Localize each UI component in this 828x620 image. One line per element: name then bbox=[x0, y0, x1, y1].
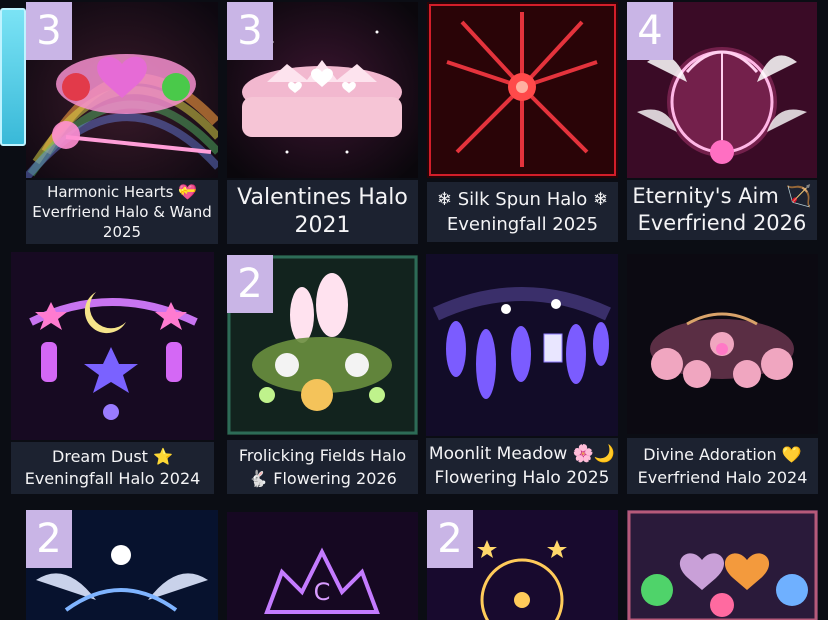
item-subtitle: Flowering Halo 2025 bbox=[434, 468, 610, 488]
quantity-badge: 4 bbox=[627, 2, 673, 60]
quantity-badge: 2 bbox=[26, 510, 72, 568]
item-tile-row3-1[interactable]: 2 bbox=[26, 510, 218, 620]
item-image-moonlit-meadow bbox=[426, 254, 618, 436]
item-caption: Divine Adoration 💛 Everfriend Halo 2024 bbox=[627, 438, 818, 494]
item-subtitle: Eveningfall Halo 2024 bbox=[24, 469, 201, 488]
item-image-row3-4 bbox=[627, 510, 818, 620]
item-tile-valentines-halo[interactable]: 3 Valentines Halo 2021 bbox=[227, 2, 418, 244]
item-caption: Harmonic Hearts 💝 Everfriend Halo & Wand… bbox=[26, 180, 218, 244]
item-year: 2025 bbox=[102, 223, 142, 241]
item-title: Divine Adoration 💛 bbox=[643, 445, 802, 464]
item-subtitle: Everfriend 2026 bbox=[637, 211, 807, 235]
item-tile-row3-2[interactable]: C bbox=[227, 512, 418, 620]
item-caption: Valentines Halo 2021 bbox=[227, 180, 418, 244]
quantity-badge: 3 bbox=[227, 2, 273, 60]
svg-text:C: C bbox=[314, 578, 331, 606]
quantity-badge: 3 bbox=[26, 2, 72, 60]
item-caption: ❄ Silk Spun Halo ❄ Eveningfall 2025 bbox=[427, 182, 618, 242]
item-subtitle: Everfriend Halo 2024 bbox=[637, 468, 808, 487]
item-caption: Moonlit Meadow 🌸🌙 Flowering Halo 2025 bbox=[426, 438, 618, 494]
item-tile-dream-dust[interactable]: Dream Dust ⭐ Eveningfall Halo 2024 bbox=[11, 252, 214, 494]
item-subtitle: Eveningfall 2025 bbox=[446, 214, 599, 235]
item-subtitle: 2021 bbox=[294, 213, 351, 238]
item-subtitle: Everfriend Halo & Wand bbox=[32, 203, 212, 221]
item-tile-divine-adoration[interactable]: Divine Adoration 💛 Everfriend Halo 2024 bbox=[627, 254, 818, 494]
item-tile-harmonic-hearts[interactable]: 3 Harmonic Hearts 💝 Everfriend Halo & Wa… bbox=[26, 2, 218, 244]
item-image-divine-adoration bbox=[627, 254, 818, 434]
quantity-badge: 2 bbox=[227, 255, 273, 313]
item-title: Dream Dust ⭐ bbox=[52, 447, 173, 466]
item-title: Moonlit Meadow 🌸🌙 bbox=[428, 444, 616, 464]
item-image-silk-spun-halo bbox=[427, 2, 618, 178]
item-tile-silk-spun-halo[interactable]: ❄ Silk Spun Halo ❄ Eveningfall 2025 bbox=[427, 2, 618, 242]
item-tile-moonlit-meadow[interactable]: Moonlit Meadow 🌸🌙 Flowering Halo 2025 bbox=[426, 254, 618, 494]
item-tile-eternitys-aim[interactable]: 4 Eternity's Aim 🏹 Everfriend 2026 bbox=[627, 2, 817, 240]
item-subtitle: 🐇 Flowering 2026 bbox=[248, 469, 397, 488]
item-title: Harmonic Hearts 💝 bbox=[47, 183, 197, 201]
item-caption: Eternity's Aim 🏹 Everfriend 2026 bbox=[627, 180, 817, 240]
item-image-row3-2: C bbox=[227, 512, 418, 620]
item-tile-frolicking-fields[interactable]: 2 Frolicking Fields Halo 🐇 Flowering 202… bbox=[227, 255, 418, 494]
side-tab[interactable] bbox=[0, 8, 26, 146]
item-tile-row3-4[interactable] bbox=[627, 510, 818, 620]
item-title: Frolicking Fields Halo bbox=[238, 446, 407, 465]
item-caption: Frolicking Fields Halo 🐇 Flowering 2026 bbox=[227, 440, 418, 494]
item-tile-row3-3[interactable]: 2 bbox=[427, 510, 618, 620]
item-caption: Dream Dust ⭐ Eveningfall Halo 2024 bbox=[11, 442, 214, 494]
item-title: Valentines Halo bbox=[237, 185, 408, 210]
item-title: ❄ Silk Spun Halo ❄ bbox=[436, 189, 609, 210]
quantity-badge: 2 bbox=[427, 510, 473, 568]
item-image-dream-dust bbox=[11, 252, 214, 440]
item-title: Eternity's Aim 🏹 bbox=[632, 184, 812, 208]
